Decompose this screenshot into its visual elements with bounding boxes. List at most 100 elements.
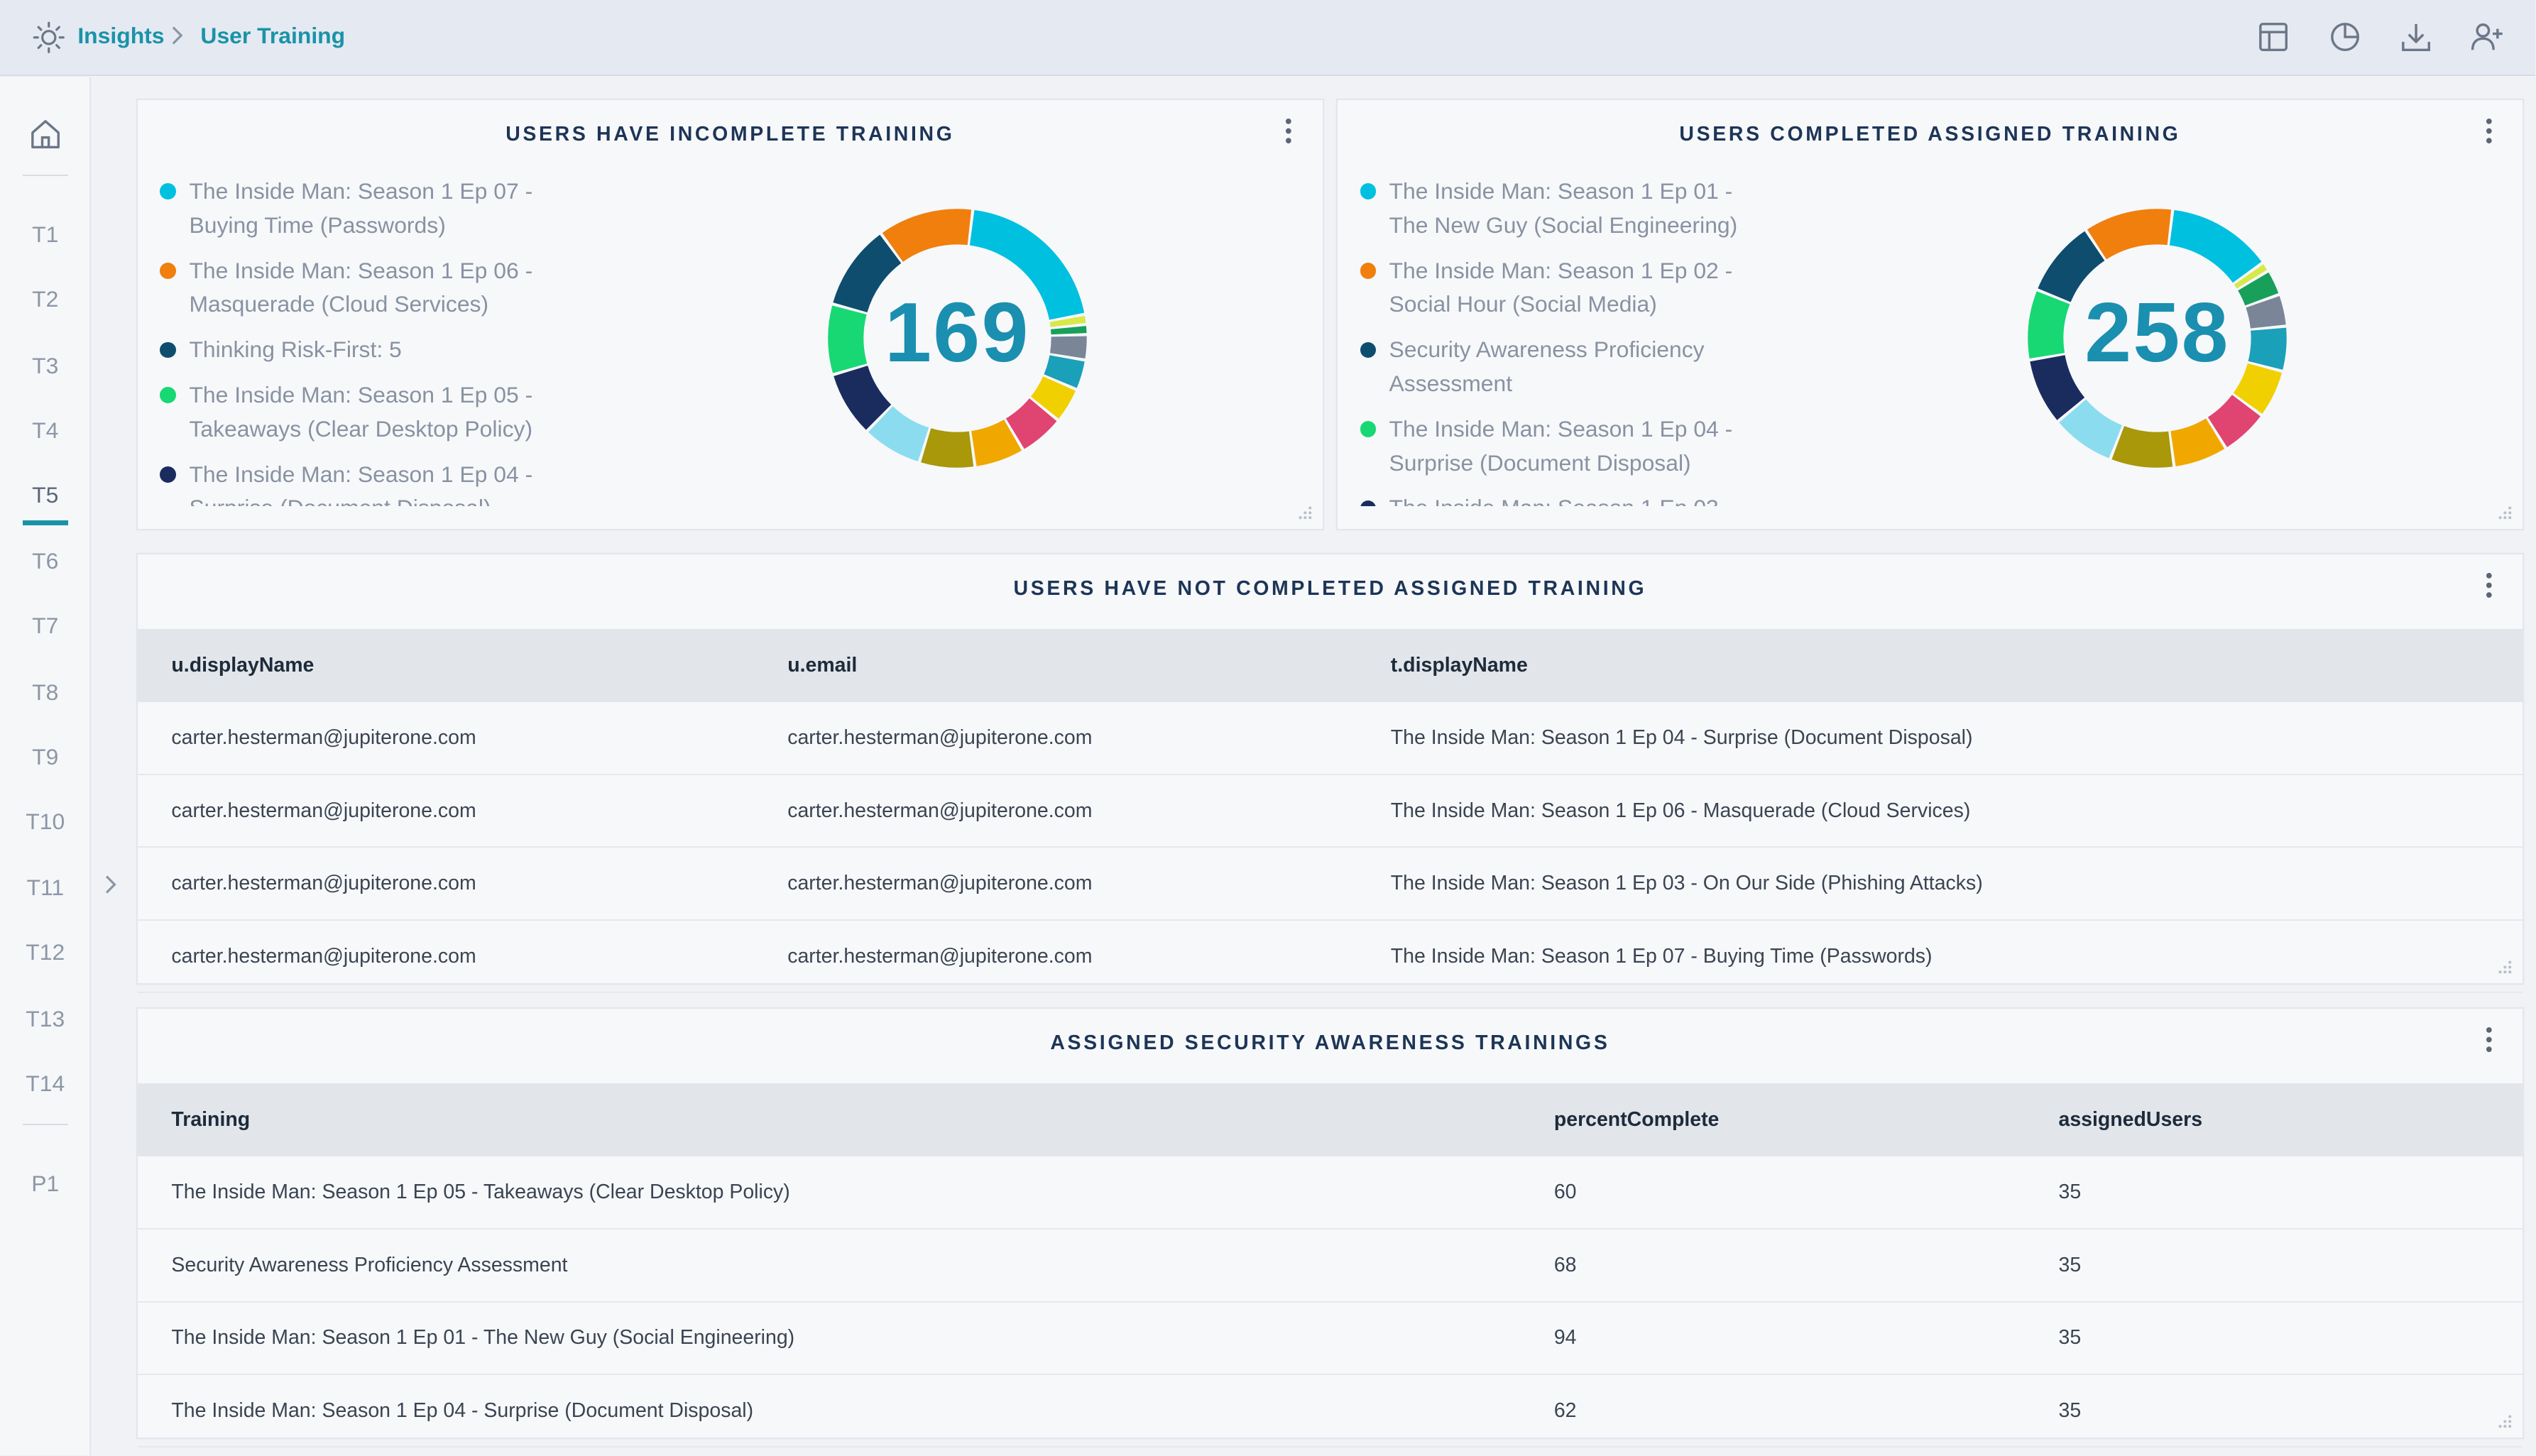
table-cell: carter.hesterman@jupiterone.com (137, 919, 754, 994)
column-header[interactable]: t.displayName (1356, 629, 2523, 702)
table-cell: carter.hesterman@jupiterone.com (753, 847, 1357, 921)
legend-item[interactable]: The Inside Man: Season 1 Ep 06 - Masquer… (160, 254, 564, 322)
panel-title: ASSIGNED SECURITY AWARENESS TRAININGS (1050, 1031, 1610, 1055)
legend-color-dot (160, 387, 177, 404)
legend-item[interactable]: Security Awareness Proficiency Assessmen… (1360, 333, 1764, 401)
more-options-icon[interactable] (1284, 116, 1294, 146)
legend-label: The Inside Man: Season 1 Ep 06 - Masquer… (189, 257, 533, 317)
donut-total: 169 (885, 285, 1030, 380)
legend-color-dot (160, 466, 177, 483)
sidebar-divider (22, 1124, 68, 1126)
legend-color-dot (1360, 183, 1377, 200)
donut-total: 258 (2084, 285, 2230, 380)
top-bar: Insights User Training (0, 0, 2536, 77)
more-options-icon[interactable] (2484, 116, 2494, 146)
legend-item[interactable]: The Inside Man: Season 1 Ep 01 - The New… (1360, 175, 1764, 243)
legend-color-dot (160, 341, 177, 358)
legend-item[interactable]: The Inside Man: Season 1 Ep 04 - Surpris… (1360, 412, 1764, 481)
sidebar-item-t3[interactable]: T3 (0, 353, 91, 379)
legend-item[interactable]: The Inside Man: Season 1 Ep 04 - Surpris… (160, 458, 564, 506)
table-cell: carter.hesterman@jupiterone.com (137, 774, 754, 848)
sidebar-item-t2[interactable]: T2 (0, 286, 91, 312)
download-icon[interactable] (2398, 19, 2434, 55)
not-completed-table: u.displayName u.email t.displayName cart… (137, 629, 2523, 994)
resize-handle-icon[interactable] (1297, 505, 1313, 521)
legend-item[interactable]: The Inside Man: Season 1 Ep 07 - Buying … (160, 175, 564, 243)
sidebar-item-t5[interactable]: T5 (0, 482, 91, 508)
sidebar-item-p1[interactable]: P1 (0, 1171, 91, 1197)
add-user-icon[interactable] (2469, 19, 2505, 55)
sidebar-item-t10[interactable]: T10 (0, 809, 91, 835)
sidebar-item-t6[interactable]: T6 (0, 548, 91, 574)
sidebar-item-t4[interactable]: T4 (0, 417, 91, 444)
legend-label: The Inside Man: Season 1 Ep 04 - Surpris… (189, 461, 533, 506)
sidebar-item-t8[interactable]: T8 (0, 679, 91, 706)
sidebar-item-t1[interactable]: T1 (0, 221, 91, 248)
resize-handle-icon[interactable] (2497, 1413, 2513, 1430)
resize-handle-icon[interactable] (2497, 505, 2513, 521)
column-header[interactable]: u.displayName (137, 629, 754, 702)
table-cell: 62 (1520, 1374, 2025, 1448)
table-cell: carter.hesterman@jupiterone.com (753, 774, 1357, 848)
sidebar-divider (22, 174, 68, 177)
table-cell: 35 (2024, 1374, 2523, 1448)
legend-item[interactable]: The Inside Man: Season 1 Ep 03 - On (1360, 491, 1764, 506)
table-row[interactable]: carter.hesterman@jupiterone.com carter.he… (137, 919, 2523, 994)
donut-slice[interactable] (2111, 425, 2173, 468)
table-cell: 94 (1520, 1301, 2025, 1375)
donut-slice[interactable] (2169, 209, 2262, 283)
layout-icon[interactable] (2256, 19, 2291, 55)
donut-chart: 258 (2026, 207, 2288, 469)
column-header[interactable]: Training (137, 1083, 1521, 1156)
table-cell: 60 (1520, 1156, 2025, 1230)
chevron-right-icon (172, 26, 183, 45)
sidebar-item-t14[interactable]: T14 (0, 1071, 91, 1097)
column-header[interactable]: percentComplete (1520, 1083, 2025, 1156)
table-cell: carter.hesterman@jupiterone.com (137, 847, 754, 921)
expand-sidebar-icon[interactable] (100, 873, 119, 896)
table-row[interactable]: Security Awareness Proficiency Assessmen… (137, 1229, 2523, 1303)
legend-label: The Inside Man: Season 1 Ep 01 - The New… (1389, 177, 1738, 238)
column-header[interactable]: u.email (753, 629, 1357, 702)
table-row[interactable]: The Inside Man: Season 1 Ep 05 - Takeawa… (137, 1156, 2523, 1230)
sidebar-item-t11[interactable]: T11 (0, 875, 91, 901)
legend-color-dot (1360, 500, 1377, 506)
panel-title: USERS COMPLETED ASSIGNED TRAINING (1679, 123, 2181, 146)
legend-item[interactable]: Thinking Risk-First: 517 (160, 333, 564, 367)
sidebar-item-t7[interactable]: T7 (0, 613, 91, 639)
table-row[interactable]: carter.hesterman@jupiterone.com carter.he… (137, 774, 2523, 848)
table-row[interactable]: The Inside Man: Season 1 Ep 01 - The New… (137, 1301, 2523, 1375)
legend-label: The Inside Man: Season 1 Ep 02 - Social … (1389, 257, 1733, 317)
chart-legend: The Inside Man: Season 1 Ep 07 - Buying … (160, 175, 564, 506)
panel-title: USERS HAVE INCOMPLETE TRAINING (505, 123, 955, 146)
table-row[interactable]: The Inside Man: Season 1 Ep 04 - Surpris… (137, 1374, 2523, 1448)
resize-handle-icon[interactable] (2497, 959, 2513, 975)
legend-item[interactable]: The Inside Man: Season 1 Ep 02 - Social … (1360, 254, 1764, 322)
breadcrumb-insights[interactable]: Insights (77, 23, 164, 49)
table-row[interactable]: carter.hesterman@jupiterone.com carter.he… (137, 847, 2523, 921)
donut-slice[interactable] (2087, 208, 2172, 259)
donut-slice[interactable] (882, 208, 972, 262)
more-options-icon[interactable] (2484, 1025, 2494, 1054)
legend-label: The Inside Man: Season 1 Ep 07 - Buying … (189, 177, 533, 238)
table-header-row: Training percentComplete assignedUsers (137, 1083, 2523, 1156)
donut-slice[interactable] (921, 427, 974, 468)
sidebar-item-t12[interactable]: T12 (0, 939, 91, 965)
home-icon[interactable] (28, 116, 63, 152)
assigned-trainings-panel: ASSIGNED SECURITY AWARENESS TRAININGS Tr… (137, 1009, 2523, 1448)
legend-item[interactable]: The Inside Man: Season 1 Ep 05 - Takeawa… (160, 378, 564, 447)
sun-icon[interactable] (33, 21, 65, 54)
more-options-icon[interactable] (2484, 571, 2494, 600)
panel-title: USERS HAVE NOT COMPLETED ASSIGNED TRAINI… (1013, 577, 1647, 601)
table-header-row: u.displayName u.email t.displayName (137, 629, 2523, 702)
legend-color-dot (160, 183, 177, 200)
column-header[interactable]: assignedUsers (2024, 1083, 2523, 1156)
chart-legend: The Inside Man: Season 1 Ep 01 - The New… (1360, 175, 1764, 506)
pie-chart-icon[interactable] (2327, 19, 2363, 55)
breadcrumb-current[interactable]: User Training (200, 23, 345, 49)
donut-chart: 169 (826, 207, 1088, 469)
table-cell: Security Awareness Proficiency Assessmen… (137, 1229, 1521, 1303)
sidebar-item-t13[interactable]: T13 (0, 1006, 91, 1032)
sidebar-item-t9[interactable]: T9 (0, 744, 91, 770)
table-row[interactable]: carter.hesterman@jupiterone.com carter.he… (137, 701, 2523, 775)
